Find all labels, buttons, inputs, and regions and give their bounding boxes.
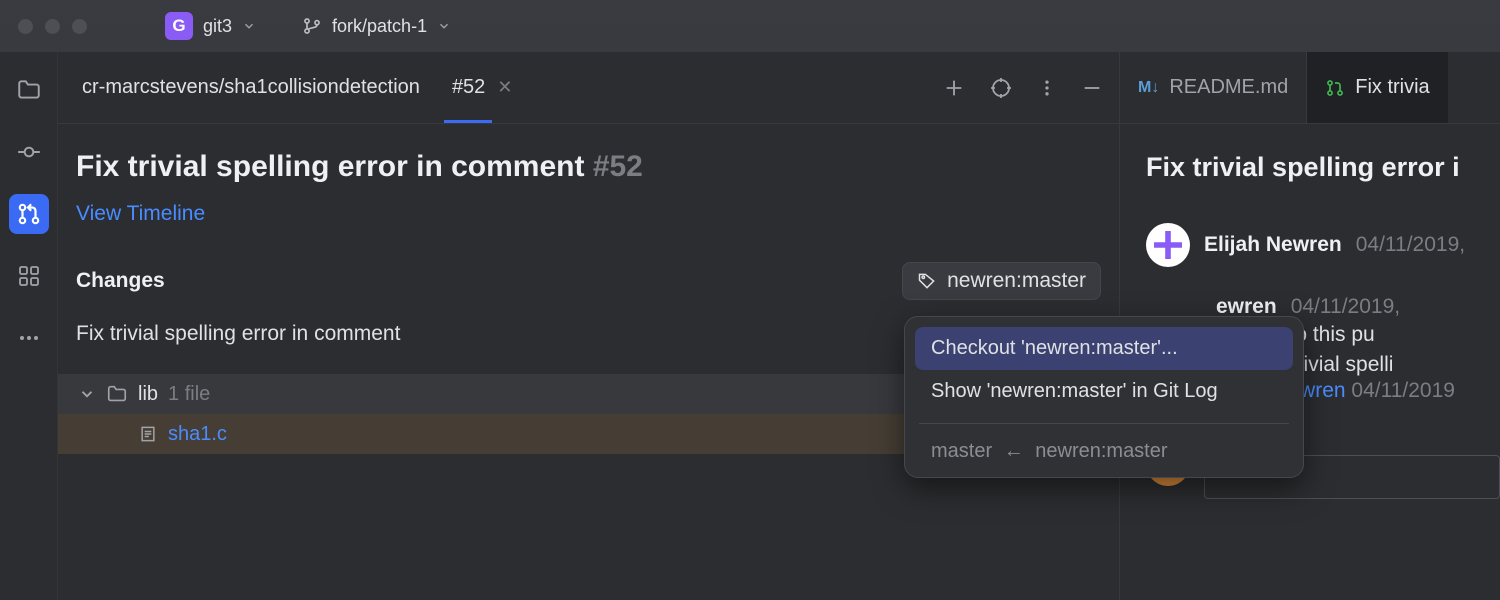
tabbar-actions bbox=[943, 76, 1103, 100]
branch-icon bbox=[302, 16, 322, 36]
sidebar-item-pull-requests[interactable] bbox=[9, 194, 49, 234]
crosshair-icon bbox=[989, 76, 1013, 100]
merge-target: master bbox=[931, 440, 992, 462]
branch-context-menu: Checkout 'newren:master'... Show 'newren… bbox=[904, 316, 1304, 478]
maximize-window-button[interactable] bbox=[72, 19, 87, 34]
menu-item-show-git-log[interactable]: Show 'newren:master' in Git Log bbox=[915, 370, 1293, 413]
commit-icon bbox=[16, 139, 42, 165]
menu-separator bbox=[919, 423, 1289, 424]
sidebar-item-structure[interactable] bbox=[9, 256, 49, 296]
titlebar: G git3 fork/patch-1 bbox=[0, 0, 1500, 52]
folder-icon bbox=[106, 383, 128, 405]
pull-request-icon bbox=[16, 201, 42, 227]
pr-title-text: Fix trivial spelling error in comment bbox=[76, 150, 584, 183]
pull-request-icon bbox=[1325, 78, 1345, 98]
folder-file-count: 1 file bbox=[168, 383, 210, 406]
menu-footer: master ← newren:master bbox=[915, 434, 1293, 463]
kebab-icon bbox=[1037, 78, 1057, 98]
sidebar-item-more[interactable] bbox=[9, 318, 49, 358]
tab-label: README.md bbox=[1169, 76, 1288, 99]
minimize-window-button[interactable] bbox=[45, 19, 60, 34]
chevron-down-icon bbox=[437, 19, 451, 33]
project-badge: G bbox=[165, 12, 193, 40]
close-icon[interactable]: ✕ bbox=[497, 77, 512, 98]
ellipsis-icon bbox=[17, 326, 41, 350]
event-date: 04/11/2019, bbox=[1291, 295, 1400, 319]
branch-chip[interactable]: newren:master bbox=[902, 262, 1101, 300]
author-name: Elijah Newren bbox=[1204, 233, 1342, 257]
folder-name: lib bbox=[138, 383, 158, 406]
close-window-button[interactable] bbox=[18, 19, 33, 34]
plus-icon bbox=[943, 77, 965, 99]
more-button[interactable] bbox=[1037, 78, 1057, 98]
project-selector[interactable]: G git3 bbox=[157, 8, 264, 44]
folder-icon bbox=[16, 77, 42, 103]
markdown-icon: M↓ bbox=[1138, 79, 1159, 97]
file-name: sha1.c bbox=[168, 423, 227, 446]
tab-pr-52[interactable]: #52 ✕ bbox=[440, 52, 524, 123]
collapse-button[interactable] bbox=[1081, 77, 1103, 99]
minus-icon bbox=[1081, 77, 1103, 99]
editor-tabbar: cr-marcstevens/sha1collisiondetection #5… bbox=[58, 52, 1119, 124]
avatar bbox=[1146, 223, 1190, 267]
view-timeline-link[interactable]: View Timeline bbox=[76, 202, 205, 226]
chevron-down-icon bbox=[242, 19, 256, 33]
file-icon bbox=[138, 424, 158, 444]
grid-icon bbox=[17, 264, 41, 288]
pr-number: #52 bbox=[593, 150, 643, 183]
branch-selector[interactable]: fork/patch-1 bbox=[294, 12, 459, 41]
tag-icon bbox=[917, 271, 937, 291]
pr-author-row: Elijah Newren 04/11/2019, bbox=[1146, 223, 1500, 267]
tab-readme[interactable]: M↓ README.md bbox=[1120, 52, 1307, 123]
menu-item-checkout[interactable]: Checkout 'newren:master'... bbox=[915, 327, 1293, 370]
sidebar-item-commits[interactable] bbox=[9, 132, 49, 172]
right-pr-title: Fix trivial spelling error i bbox=[1146, 152, 1500, 183]
changes-heading: Changes bbox=[76, 269, 165, 293]
chevron-down-icon bbox=[78, 385, 96, 403]
commit-date: 04/11/2019 bbox=[1351, 379, 1455, 402]
pr-title: Fix trivial spelling error in comment #5… bbox=[76, 150, 1101, 184]
focus-button[interactable] bbox=[989, 76, 1013, 100]
tab-pr-detail[interactable]: Fix trivia bbox=[1307, 52, 1448, 123]
tab-label: #52 bbox=[452, 76, 485, 99]
branch-name: fork/patch-1 bbox=[332, 16, 427, 37]
merge-source: newren:master bbox=[1035, 440, 1167, 462]
arrow-left-icon: ← bbox=[1004, 440, 1024, 462]
branch-chip-label: newren:master bbox=[947, 269, 1086, 293]
right-tabbar: M↓ README.md Fix trivia bbox=[1120, 52, 1500, 124]
activity-bar bbox=[0, 52, 58, 600]
project-name: git3 bbox=[203, 16, 232, 37]
window-controls bbox=[18, 19, 87, 34]
new-tab-button[interactable] bbox=[943, 77, 965, 99]
tab-label: Fix trivia bbox=[1355, 76, 1429, 99]
sidebar-item-explorer[interactable] bbox=[9, 70, 49, 110]
author-date: 04/11/2019, bbox=[1356, 233, 1465, 257]
breadcrumb[interactable]: cr-marcstevens/sha1collisiondetection bbox=[74, 76, 428, 99]
